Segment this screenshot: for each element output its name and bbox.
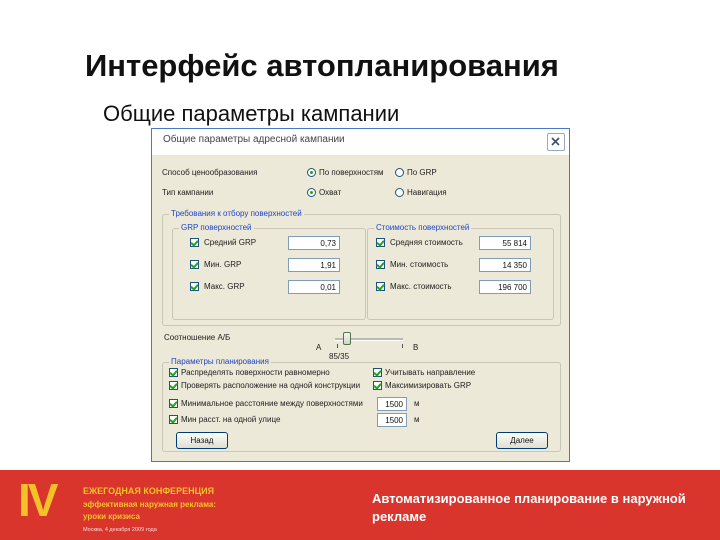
- campaign-option-reach: Охват: [319, 188, 342, 197]
- ratio-label: Соотношение А/Б: [164, 333, 231, 342]
- close-icon: [551, 137, 560, 146]
- conference-subtitle-2: уроки кризиса: [83, 512, 140, 521]
- cost-avg-label: Средняя стоимость: [390, 238, 463, 247]
- cost-min-label: Мин. стоимость: [390, 260, 449, 269]
- pricing-option-grp: По GRP: [407, 168, 437, 177]
- maximize-grp-label: Максимизировать GRP: [385, 381, 472, 390]
- distribute-evenly-checkbox[interactable]: [169, 368, 178, 377]
- next-button[interactable]: Далее: [496, 432, 548, 449]
- min-street-distance-unit: м: [414, 415, 420, 424]
- grp-avg-label: Средний GRP: [204, 238, 257, 247]
- grp-group-title: GRP поверхностей: [179, 223, 254, 232]
- min-distance-checkbox[interactable]: [169, 399, 178, 408]
- grp-avg-checkbox[interactable]: [190, 238, 199, 247]
- min-street-distance-field[interactable]: 1500: [377, 413, 407, 427]
- min-distance-unit: м: [414, 399, 420, 408]
- conference-subtitle: эффективная наружная реклама:: [83, 500, 217, 509]
- placement-group-title: Параметры планирования: [169, 357, 271, 366]
- grp-max-label: Макс. GRP: [204, 282, 245, 291]
- campaign-radio-navigation[interactable]: [395, 188, 404, 197]
- consider-direction-checkbox[interactable]: [373, 368, 382, 377]
- maximize-grp-checkbox[interactable]: [373, 381, 382, 390]
- conference-date: Москва, 4 декабря 2009 года: [83, 527, 157, 533]
- ratio-right-label: B: [413, 343, 419, 352]
- ratio-value: 85/35: [329, 352, 350, 361]
- min-street-distance-label: Мин расст. на одной улице: [181, 415, 281, 424]
- dialog-window: Общие параметры адресной кампании Способ…: [151, 128, 570, 462]
- min-distance-field[interactable]: 1500: [377, 397, 407, 411]
- conference-title: ЕЖЕГОДНАЯ КОНФЕРЕНЦИЯ: [83, 486, 215, 496]
- cost-avg-checkbox[interactable]: [376, 238, 385, 247]
- dialog-titlebar[interactable]: Общие параметры адресной кампании: [152, 129, 569, 155]
- pricing-radio-surfaces[interactable]: [307, 168, 316, 177]
- slide-subtitle: Общие параметры кампании: [103, 101, 400, 126]
- back-button[interactable]: Назад: [176, 432, 228, 449]
- slide-title: Интерфейс автопланирования: [85, 48, 559, 83]
- conference-number: IV: [18, 474, 59, 526]
- requirements-group-title: Требования к отбору поверхностей: [169, 209, 304, 218]
- dialog-title: Общие параметры адресной кампании: [163, 134, 345, 145]
- grp-avg-field[interactable]: 0,73: [288, 236, 340, 250]
- ratio-tick: [402, 344, 403, 348]
- grp-min-label: Мин. GRP: [204, 260, 242, 269]
- footer-topic: Автоматизированное планирование в наружн…: [372, 491, 686, 524]
- grp-min-checkbox[interactable]: [190, 260, 199, 269]
- consider-direction-label: Учитывать направление: [385, 368, 476, 377]
- pricing-radio-grp[interactable]: [395, 168, 404, 177]
- campaign-type-label: Тип кампании: [162, 188, 214, 197]
- dialog-content: Способ ценообразования По поверхностям П…: [152, 155, 569, 461]
- campaign-radio-reach[interactable]: [307, 188, 316, 197]
- cost-max-field[interactable]: 196 700: [479, 280, 531, 294]
- grp-max-field[interactable]: 0,01: [288, 280, 340, 294]
- min-distance-label: Минимальное расстояние между поверхностя…: [181, 399, 363, 408]
- distribute-evenly-label: Распределять поверхности равномерно: [181, 368, 330, 377]
- cost-max-label: Макс. стоимость: [390, 282, 452, 291]
- pricing-label: Способ ценообразования: [162, 168, 258, 177]
- grp-min-field[interactable]: 1,91: [288, 258, 340, 272]
- check-construction-label: Проверять расположение на одной конструк…: [181, 381, 361, 390]
- cost-avg-field[interactable]: 55 814: [479, 236, 531, 250]
- min-street-distance-checkbox[interactable]: [169, 415, 178, 424]
- grp-max-checkbox[interactable]: [190, 282, 199, 291]
- cost-max-checkbox[interactable]: [376, 282, 385, 291]
- ratio-left-label: A: [316, 343, 322, 352]
- cost-group-title: Стоимость поверхностей: [374, 223, 472, 232]
- pricing-option-surfaces: По поверхностям: [319, 168, 384, 177]
- ratio-tick: [337, 344, 338, 348]
- close-button[interactable]: [547, 133, 565, 151]
- campaign-option-navigation: Навигация: [407, 188, 447, 197]
- cost-min-checkbox[interactable]: [376, 260, 385, 269]
- ratio-slider-thumb[interactable]: [343, 332, 352, 345]
- cost-min-field[interactable]: 14 350: [479, 258, 531, 272]
- check-construction-checkbox[interactable]: [169, 381, 178, 390]
